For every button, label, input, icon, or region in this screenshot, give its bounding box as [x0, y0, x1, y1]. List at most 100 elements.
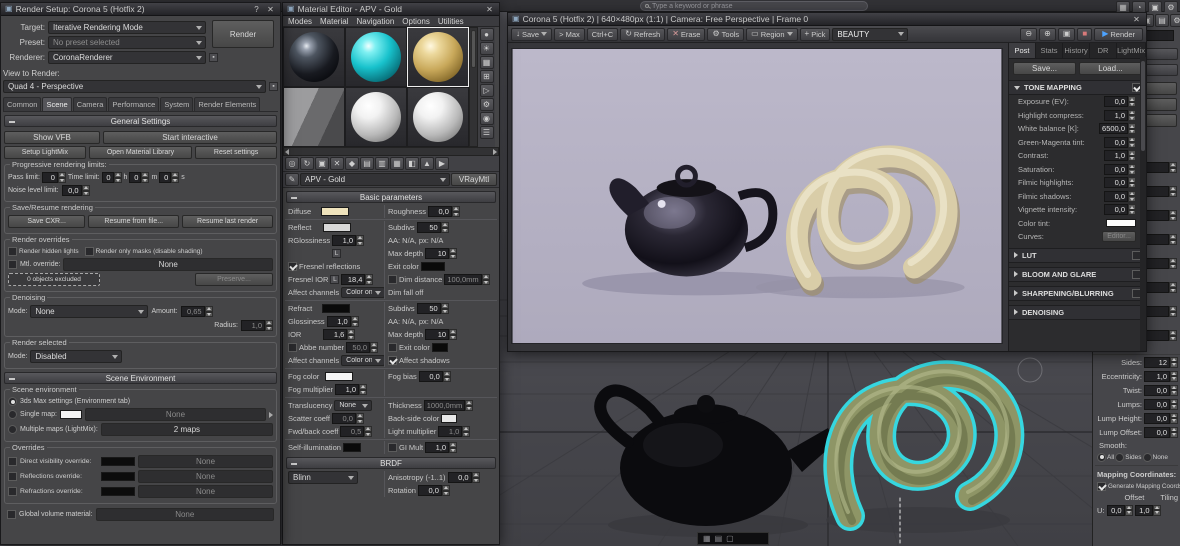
denoising-section-header[interactable]: DENOISING	[1009, 304, 1146, 320]
thickness-spinner[interactable]: 1000,0mm	[423, 400, 474, 411]
parameter-spinner[interactable]	[1143, 234, 1177, 245]
smooth-none-radio[interactable]	[1142, 452, 1152, 462]
mtl-override-button[interactable]: None	[63, 258, 273, 271]
objects-excluded-button[interactable]: 0 objects excluded	[8, 273, 100, 286]
parameter-spinner[interactable]	[1143, 258, 1177, 269]
refractions-override-button[interactable]: None	[138, 485, 273, 498]
render-image-area[interactable]	[508, 43, 1008, 351]
ior-spinner[interactable]: 1,6	[323, 329, 356, 340]
vfb-zoom-out-button[interactable]: ⊖	[1020, 27, 1038, 41]
sample-slot-1[interactable]	[283, 27, 345, 87]
fog-color-swatch[interactable]	[325, 372, 354, 381]
show-map-in-viewport-icon[interactable]: ▦	[390, 157, 404, 170]
lumps-spinner[interactable]: 0,0	[1144, 398, 1178, 410]
render-selected-mode-dropdown[interactable]: Disabled	[30, 350, 123, 363]
tab-performance[interactable]: Performance	[108, 97, 160, 111]
general-settings-rollout[interactable]: General Settings	[4, 115, 277, 127]
parameter-spinner[interactable]	[1143, 282, 1177, 293]
time-hours-spinner[interactable]: 0	[101, 172, 122, 183]
fresnel-reflections-checkbox[interactable]	[288, 262, 297, 271]
diffuse-color-swatch[interactable]	[321, 207, 350, 216]
vfb-close-icon[interactable]: ✕	[1131, 15, 1142, 24]
parameter-spinner[interactable]	[1143, 210, 1177, 221]
vfb-render-button[interactable]: ▶ Render	[1094, 27, 1143, 41]
direct-visibility-swatch[interactable]	[101, 457, 135, 466]
render-hidden-lights-checkbox[interactable]	[8, 247, 17, 256]
pass-limit-spinner[interactable]: 0	[41, 172, 66, 183]
reflect-subdivs-spinner[interactable]: 50	[416, 222, 449, 233]
preserve-button[interactable]: Preserve...	[195, 273, 273, 286]
vfb-refresh-button[interactable]: ↻ Refresh	[620, 27, 666, 41]
twist-spinner[interactable]: 0,0	[1144, 384, 1178, 396]
refract-subdivs-spinner[interactable]: 50	[416, 303, 449, 314]
menu-options[interactable]: Options	[402, 17, 430, 26]
time-minutes-spinner[interactable]: 0	[129, 172, 150, 183]
refract-color-swatch[interactable]	[322, 304, 351, 313]
tab-system[interactable]: System	[160, 97, 194, 111]
menu-utilities[interactable]: Utilities	[438, 17, 464, 26]
background-icon[interactable]: ▦	[479, 56, 494, 69]
direct-visibility-button[interactable]: None	[138, 455, 273, 468]
scatter-coeff-spinner[interactable]: 0,0	[331, 413, 364, 424]
material-name-dropdown[interactable]: APV - Gold	[300, 173, 450, 186]
parameter-spinner[interactable]	[1143, 306, 1177, 317]
single-map-button[interactable]: None	[84, 408, 266, 421]
refractions-override-swatch[interactable]	[101, 487, 135, 496]
reflect-exit-color-swatch[interactable]	[420, 262, 445, 271]
brdf-rollout[interactable]: BRDF	[286, 457, 496, 469]
glossiness-lock-button[interactable]: L	[332, 249, 341, 258]
material-map-navigator-icon[interactable]: ☰	[479, 126, 494, 139]
show-end-result-icon[interactable]: ◧	[405, 157, 419, 170]
curves-editor-button[interactable]: Editor...	[1102, 231, 1136, 243]
go-to-parent-icon[interactable]: ▲	[420, 157, 434, 170]
sample-type-icon[interactable]: ●	[479, 28, 494, 41]
target-dropdown[interactable]: Iterative Rendering Mode	[48, 21, 206, 34]
display-tab-icon[interactable]: ▤	[1155, 14, 1169, 27]
highlight-compress-spinner[interactable]: 1,0	[1104, 109, 1136, 121]
bloom-glare-section-header[interactable]: BLOOM AND GLARE	[1009, 266, 1146, 282]
parameter-spinner[interactable]	[1143, 162, 1177, 173]
sample-slot-4[interactable]	[283, 87, 345, 147]
time-seconds-spinner[interactable]: 0	[159, 172, 180, 183]
save-cxr-button[interactable]: Save CXR...	[8, 215, 86, 228]
reflect-color-swatch[interactable]	[323, 223, 352, 232]
material-editor-close-icon[interactable]: ✕	[484, 5, 495, 14]
refract-glossiness-spinner[interactable]: 1,0	[326, 316, 359, 327]
reflect-affect-channels-dropdown[interactable]: Color only	[341, 287, 386, 298]
parameter-spinner[interactable]	[1143, 330, 1177, 341]
menu-material[interactable]: Material	[320, 17, 348, 26]
assign-to-selection-icon[interactable]: ▣	[315, 157, 329, 170]
make-unique-icon[interactable]: ◆	[345, 157, 359, 170]
saturation-spinner[interactable]: 0,0	[1104, 163, 1136, 175]
vfb-tools-button[interactable]: ⚙ Tools	[707, 27, 745, 41]
mini-popup[interactable]: ▦ ▤ ▢	[697, 532, 769, 545]
scroll-left-icon[interactable]	[285, 148, 289, 155]
direct-visibility-checkbox[interactable]	[8, 457, 17, 466]
open-material-library-button[interactable]: Open Material Library	[88, 146, 193, 159]
lut-section-header[interactable]: LUT	[1009, 247, 1146, 263]
refract-affect-channels-dropdown[interactable]: Color only	[341, 355, 386, 366]
render-setup-close-icon[interactable]: ✕	[265, 5, 276, 14]
sample-slot-2[interactable]	[345, 27, 407, 87]
vfb-pick-button[interactable]: + Pick	[799, 27, 831, 41]
vfb-region-button[interactable]: ▭ Region	[746, 27, 798, 41]
scene-environment-rollout[interactable]: Scene Environment	[4, 372, 277, 384]
abbe-number-checkbox[interactable]	[288, 343, 297, 352]
exposure-spinner[interactable]: 0,0	[1104, 96, 1136, 108]
affect-shadows-checkbox[interactable]	[388, 356, 397, 365]
fresnel-ior-spinner[interactable]: 18,4	[341, 274, 374, 285]
generate-mapping-checkbox[interactable]	[1097, 481, 1106, 491]
env-single-map-radio[interactable]	[8, 410, 17, 419]
render-setup-help-icon[interactable]: ?	[251, 5, 262, 14]
tab-camera[interactable]: Camera	[72, 97, 108, 111]
material-type-button[interactable]: VRayMtl	[451, 173, 497, 186]
lump-height-spinner[interactable]: 0,0	[1144, 412, 1178, 424]
sample-slots-hscrollbar[interactable]	[283, 147, 499, 156]
self-illumination-swatch[interactable]	[342, 443, 361, 452]
vfb-erase-button[interactable]: ✕ Erase	[667, 27, 706, 41]
get-material-icon[interactable]: ◎	[285, 157, 299, 170]
vfb-copy-button[interactable]: Ctrl+C	[586, 27, 619, 41]
sample-slot-6[interactable]	[407, 87, 469, 147]
multi-map-button[interactable]: 2 maps	[100, 423, 273, 436]
lump-offset-spinner[interactable]: 0,0	[1144, 426, 1178, 438]
